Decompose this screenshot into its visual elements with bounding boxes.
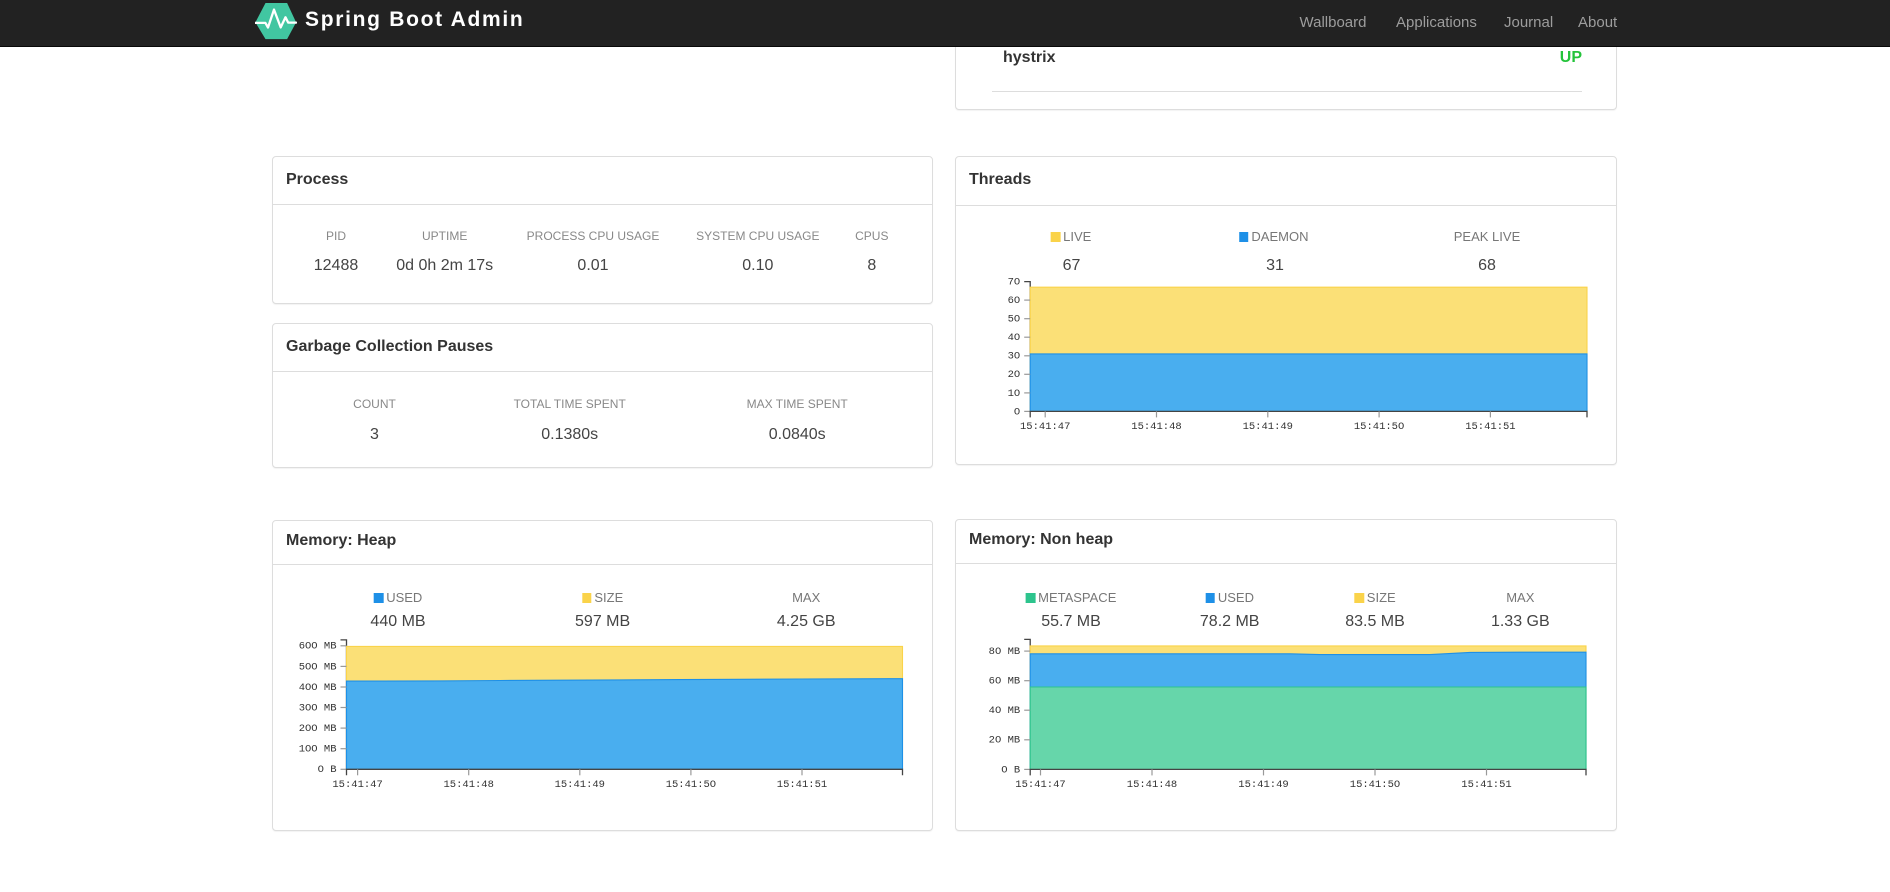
svg-text:O: O bbox=[1014, 406, 1020, 418]
svg-text:O B: O B bbox=[318, 764, 337, 776]
svg-text:15:41:51: 15:41:51 bbox=[1465, 421, 1515, 433]
svg-text:2OO MB: 2OO MB bbox=[299, 723, 337, 735]
svg-text:4O: 4O bbox=[1008, 332, 1021, 344]
svg-text:3O: 3O bbox=[1008, 351, 1021, 363]
svg-text:15:41:48: 15:41:48 bbox=[1127, 779, 1177, 791]
svg-text:5OO MB: 5OO MB bbox=[299, 661, 337, 673]
svg-text:6O: 6O bbox=[1008, 295, 1021, 307]
svg-text:4O MB: 4O MB bbox=[989, 705, 1021, 717]
svg-text:2O: 2O bbox=[1008, 369, 1021, 381]
svg-text:4OO MB: 4OO MB bbox=[299, 682, 337, 694]
svg-text:15:41:49: 15:41:49 bbox=[555, 779, 605, 791]
svg-text:15:41:47: 15:41:47 bbox=[332, 779, 382, 791]
svg-text:15:41:47: 15:41:47 bbox=[1020, 421, 1070, 433]
svg-text:8O MB: 8O MB bbox=[989, 646, 1021, 658]
svg-text:15:41:51: 15:41:51 bbox=[777, 779, 827, 791]
svg-text:15:41:47: 15:41:47 bbox=[1015, 779, 1065, 791]
svg-text:1OO MB: 1OO MB bbox=[299, 744, 337, 756]
svg-text:6OO MB: 6OO MB bbox=[299, 641, 337, 653]
svg-text:2O MB: 2O MB bbox=[989, 735, 1021, 747]
svg-text:15:41:49: 15:41:49 bbox=[1238, 779, 1288, 791]
svg-text:5O: 5O bbox=[1008, 314, 1021, 326]
svg-text:3OO MB: 3OO MB bbox=[299, 702, 337, 714]
svg-text:O B: O B bbox=[1001, 764, 1020, 776]
svg-text:1O: 1O bbox=[1008, 388, 1021, 400]
svg-text:15:41:5O: 15:41:5O bbox=[1354, 421, 1404, 433]
svg-text:6O MB: 6O MB bbox=[989, 676, 1021, 688]
svg-text:15:41:5O: 15:41:5O bbox=[666, 779, 716, 791]
svg-text:7O: 7O bbox=[1008, 277, 1021, 289]
svg-text:15:41:5O: 15:41:5O bbox=[1350, 779, 1400, 791]
svg-text:15:41:51: 15:41:51 bbox=[1461, 779, 1511, 791]
svg-text:15:41:48: 15:41:48 bbox=[443, 779, 493, 791]
svg-text:15:41:48: 15:41:48 bbox=[1131, 421, 1181, 433]
svg-text:15:41:49: 15:41:49 bbox=[1243, 421, 1293, 433]
